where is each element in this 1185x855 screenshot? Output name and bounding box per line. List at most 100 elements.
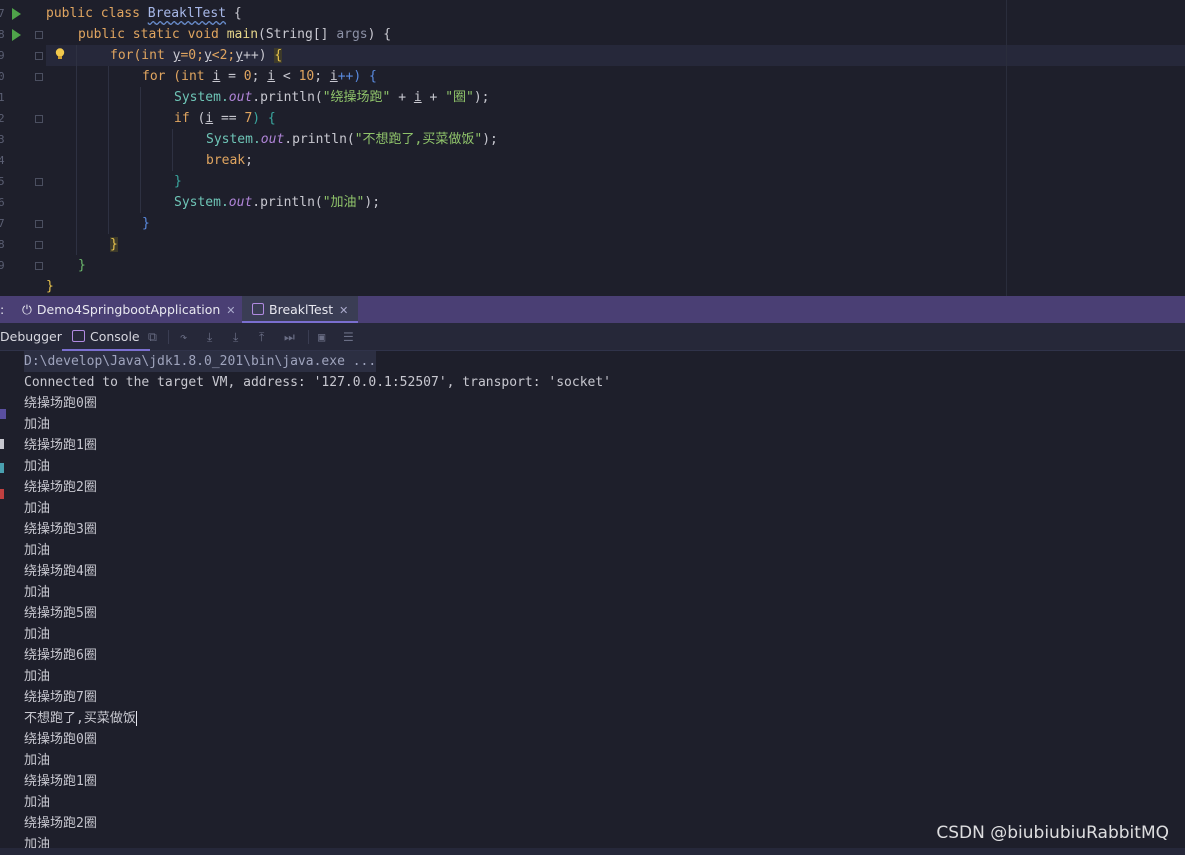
console-line: 绕操场跑6圈 bbox=[24, 648, 97, 663]
tab-file-icon bbox=[252, 303, 264, 315]
field-ref: out bbox=[260, 132, 285, 147]
tab-breakltest[interactable]: BreaklTest ✕ bbox=[242, 296, 359, 323]
code-token: (int bbox=[165, 69, 213, 84]
console-line: 加油 bbox=[24, 753, 51, 768]
indent-guide bbox=[172, 129, 173, 171]
code-token: < bbox=[275, 69, 299, 84]
code-line: break; bbox=[206, 150, 253, 171]
line-number: 7 bbox=[0, 7, 5, 20]
fold-marker-icon[interactable] bbox=[35, 73, 43, 81]
fold-marker-icon[interactable] bbox=[35, 220, 43, 228]
line-number: 3 bbox=[0, 133, 5, 146]
code-line: if (i == 7) { bbox=[174, 108, 276, 129]
console-line: 绕操场跑1圈 bbox=[24, 438, 97, 453]
code-token: ); bbox=[364, 195, 381, 210]
fold-marker-icon[interactable] bbox=[35, 241, 43, 249]
class-name: BreaklTest bbox=[147, 6, 227, 21]
keyword: break bbox=[206, 153, 246, 168]
console-line: 绕操场跑0圈 bbox=[24, 732, 97, 747]
code-token: (String[] bbox=[258, 27, 337, 42]
class-ref: System. bbox=[174, 195, 229, 210]
line-number: 6 bbox=[0, 196, 5, 209]
console-output[interactable]: D:\develop\Java\jdk1.8.0_201\bin\java.ex… bbox=[0, 351, 1185, 848]
tab-console-label: Console bbox=[90, 329, 140, 344]
code-line: public static void main(String[] args) { bbox=[78, 24, 391, 45]
console-line: 绕操场跑4圈 bbox=[24, 564, 97, 579]
tab-debugger[interactable]: Debugger bbox=[0, 323, 62, 351]
evaluate-expression-icon[interactable]: ▣ bbox=[318, 330, 325, 344]
fold-marker-icon[interactable] bbox=[35, 31, 43, 39]
tab-bar-partial: : bbox=[0, 302, 5, 317]
line-number: 8 bbox=[0, 238, 5, 251]
field-ref: out bbox=[228, 195, 253, 210]
code-line: } bbox=[174, 171, 182, 192]
code-token: ); bbox=[482, 132, 498, 147]
string-literal: "绕操场跑" bbox=[322, 90, 391, 105]
parameter: args bbox=[336, 27, 368, 42]
console-line: 加油 bbox=[24, 585, 51, 600]
tab-console[interactable]: Console bbox=[62, 323, 150, 351]
text-caret bbox=[135, 711, 137, 726]
code-line: System.out.println("绕操场跑" + i + "圈"); bbox=[174, 87, 490, 108]
line-number: 9 bbox=[0, 259, 5, 272]
variable: i bbox=[205, 111, 214, 126]
keyword: for bbox=[142, 69, 166, 84]
string-literal: "加油" bbox=[322, 195, 365, 210]
close-icon[interactable]: ✕ bbox=[226, 304, 235, 317]
code-line: for(int y=0;y<2;y++) { bbox=[110, 45, 283, 66]
toolbar-separator bbox=[308, 330, 309, 344]
tab-demo4springbootapplication[interactable]: ⏻ Demo4SpringbootApplication ✕ bbox=[16, 296, 242, 323]
string-literal: "不想跑了,买菜做饭" bbox=[354, 132, 483, 147]
run-class-icon[interactable] bbox=[12, 8, 21, 20]
side-tool-icon[interactable] bbox=[0, 489, 4, 499]
force-step-into-icon[interactable]: ⤓ bbox=[233, 330, 238, 344]
line-number: 7 bbox=[0, 217, 5, 230]
lightbulb-icon[interactable] bbox=[53, 47, 67, 61]
line-number: 8 bbox=[0, 28, 5, 41]
side-tool-icon[interactable] bbox=[0, 409, 6, 419]
code-token: = bbox=[220, 69, 244, 84]
console-command-line: D:\develop\Java\jdk1.8.0_201\bin\java.ex… bbox=[24, 351, 377, 372]
console-line: 加油 bbox=[24, 543, 51, 558]
step-into-icon[interactable]: ⤓ bbox=[207, 330, 212, 344]
brace: } bbox=[110, 237, 118, 252]
code-token: .println( bbox=[284, 132, 355, 147]
step-out-icon[interactable]: ⤒ bbox=[259, 330, 264, 344]
run-main-icon[interactable] bbox=[12, 29, 21, 41]
fold-marker-icon[interactable] bbox=[35, 115, 43, 123]
code-line: for (int i = 0; i < 10; i++) { bbox=[142, 66, 377, 87]
code-editor[interactable]: 7 8 9 0 1 2 3 4 5 6 7 8 9 public class B… bbox=[0, 0, 1185, 296]
line-number: 0 bbox=[0, 70, 5, 83]
console-line: 绕操场跑3圈 bbox=[24, 522, 97, 537]
indent-guide bbox=[108, 66, 109, 234]
code-token: ++) bbox=[243, 48, 275, 63]
run-to-cursor-icon[interactable]: ⏭ bbox=[284, 330, 295, 344]
fold-marker-icon[interactable] bbox=[35, 52, 43, 60]
step-over-icon[interactable]: ↷ bbox=[180, 330, 187, 344]
side-tool-icon[interactable] bbox=[0, 463, 4, 473]
console-line: 加油 bbox=[24, 501, 51, 516]
console-line: 绕操场跑2圈 bbox=[24, 480, 97, 495]
right-margin-guide bbox=[1006, 0, 1007, 296]
code-token: ; bbox=[314, 69, 330, 84]
layout-icon[interactable]: ⧉ bbox=[148, 323, 157, 351]
console-icon bbox=[72, 330, 85, 342]
trace-icon[interactable]: ☰ bbox=[343, 330, 354, 344]
keyword: public static void bbox=[78, 27, 227, 42]
code-line: System.out.println("不想跑了,买菜做饭"); bbox=[206, 129, 498, 150]
string-literal: "圈" bbox=[445, 90, 474, 105]
code-line: System.out.println("加油"); bbox=[174, 192, 380, 213]
side-tool-icon[interactable] bbox=[0, 439, 4, 449]
code-line: public class BreaklTest { bbox=[46, 3, 242, 24]
console-line: Connected to the target VM, address: '12… bbox=[24, 375, 611, 390]
tab-label: BreaklTest bbox=[269, 302, 334, 317]
brace: { bbox=[274, 48, 283, 63]
code-token: == bbox=[213, 111, 245, 126]
number: 10 bbox=[298, 69, 315, 84]
fold-marker-icon[interactable] bbox=[35, 178, 43, 186]
brace: { bbox=[226, 6, 242, 21]
fold-marker-icon[interactable] bbox=[35, 262, 43, 270]
close-icon[interactable]: ✕ bbox=[339, 304, 348, 317]
toolbar-separator bbox=[168, 330, 169, 344]
indent-guide bbox=[140, 87, 141, 213]
